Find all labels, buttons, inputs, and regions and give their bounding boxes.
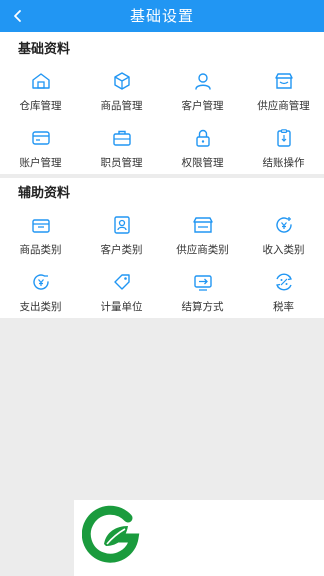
menu-item-label: 供应商类别 (176, 244, 229, 256)
page-title: 基础设置 (129, 7, 194, 25)
contact-card-icon (111, 214, 133, 236)
menu-item-supplier-category[interactable]: 供应商类别 (162, 208, 243, 265)
menu-item-unit[interactable]: 计量单位 (81, 265, 162, 322)
warehouse-icon (30, 70, 52, 92)
menu-item-label: 商品类别 (19, 244, 62, 256)
shop-icon (192, 214, 214, 236)
menu-item-customers[interactable]: 客户管理 (162, 64, 243, 121)
package-icon (30, 214, 52, 236)
menu-item-income-category[interactable]: 收入类别 (243, 208, 324, 265)
menu-item-product-category[interactable]: 商品类别 (0, 208, 81, 265)
menu-item-label: 客户管理 (181, 100, 224, 112)
section-auxiliary-data: 辅助资料 商品类别 客户类别 供应商类别 收入类别 支出类别 计量单位 结算方式… (0, 178, 324, 318)
menu-item-accounts[interactable]: 账户管理 (0, 121, 81, 178)
menu-item-label: 结账操作 (262, 157, 305, 169)
menu-item-label: 客户类别 (100, 244, 143, 256)
menu-item-warehouse[interactable]: 仓库管理 (0, 64, 81, 121)
menu-item-label: 供应商管理 (257, 100, 310, 112)
card-icon (30, 127, 52, 149)
menu-item-label: 职员管理 (100, 157, 143, 169)
menu-item-tax-rate[interactable]: 税率 (243, 265, 324, 322)
menu-item-label: 结算方式 (181, 301, 224, 313)
expense-icon (30, 271, 52, 293)
app-header: 基础设置 (0, 0, 324, 32)
menu-item-label: 收入类别 (262, 244, 305, 256)
menu-item-label: 支出类别 (19, 301, 62, 313)
lock-icon (192, 127, 214, 149)
logo-panel (74, 500, 324, 576)
clipboard-icon (273, 127, 295, 149)
menu-item-products[interactable]: 商品管理 (81, 64, 162, 121)
tax-icon (273, 271, 295, 293)
briefcase-icon (111, 127, 133, 149)
store-icon (273, 70, 295, 92)
menu-item-permissions[interactable]: 权限管理 (162, 121, 243, 178)
section-title-basic-data: 基础资料 (18, 42, 71, 57)
section-basic-data: 基础资料 仓库管理 商品管理 客户管理 供应商管理 账户管理 职员管理 权限管理… (0, 32, 324, 174)
menu-item-settlement[interactable]: 结算方式 (162, 265, 243, 322)
menu-item-label: 计量单位 (100, 301, 143, 313)
menu-item-checkout[interactable]: 结账操作 (243, 121, 324, 178)
section-title-auxiliary-data: 辅助资料 (18, 186, 71, 201)
user-icon (192, 70, 214, 92)
app-logo (81, 504, 142, 564)
menu-item-suppliers[interactable]: 供应商管理 (243, 64, 324, 121)
menu-item-customer-category[interactable]: 客户类别 (81, 208, 162, 265)
box-icon (111, 70, 133, 92)
menu-item-label: 商品管理 (100, 100, 143, 112)
income-icon (273, 214, 295, 236)
menu-item-label: 权限管理 (181, 157, 224, 169)
menu-item-staff[interactable]: 职员管理 (81, 121, 162, 178)
tag-icon (111, 271, 133, 293)
menu-item-label: 账户管理 (19, 157, 62, 169)
menu-item-expense-category[interactable]: 支出类别 (0, 265, 81, 322)
transfer-icon (192, 271, 214, 293)
basic-data-grid: 仓库管理 商品管理 客户管理 供应商管理 账户管理 职员管理 权限管理 结账操作 (0, 64, 324, 178)
menu-item-label: 税率 (273, 301, 294, 313)
menu-item-label: 仓库管理 (19, 100, 62, 112)
auxiliary-data-grid: 商品类别 客户类别 供应商类别 收入类别 支出类别 计量单位 结算方式 税率 (0, 208, 324, 322)
